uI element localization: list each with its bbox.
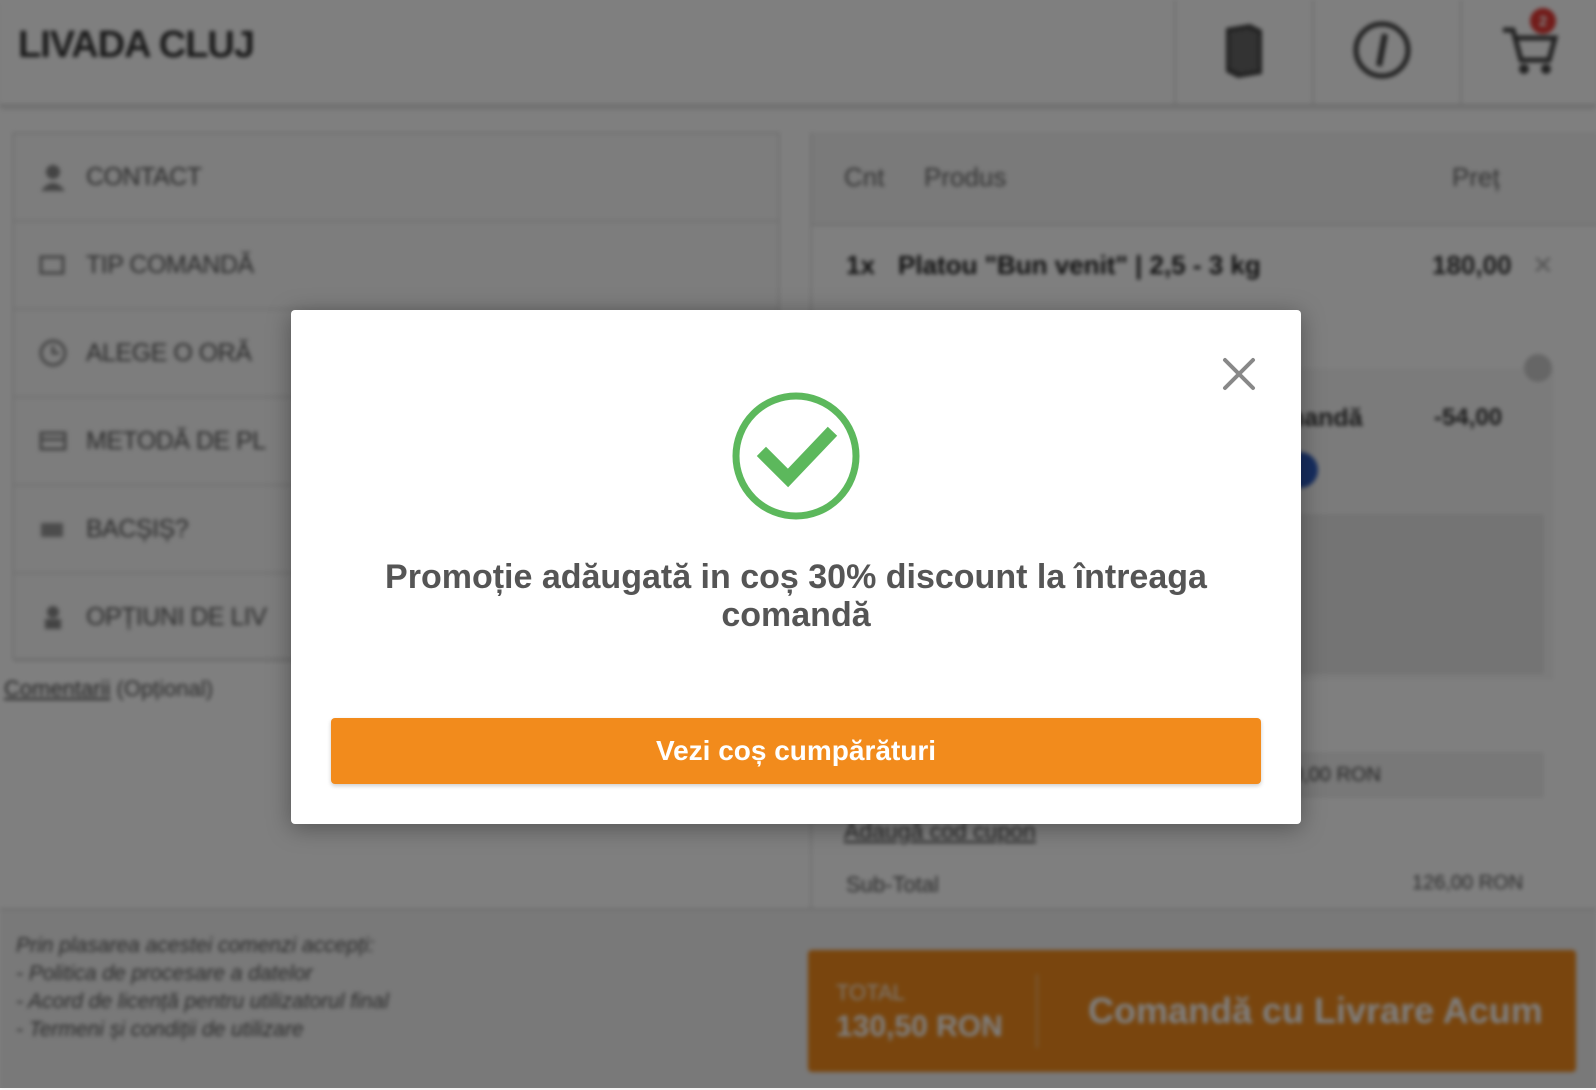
view-cart-button[interactable]: Vezi coș cumpărături [331, 718, 1261, 784]
modal-message: Promoție adăugată in coș 30% discount la… [385, 558, 1207, 634]
close-icon[interactable] [1219, 354, 1259, 394]
promo-added-modal: Promoție adăugată in coș 30% discount la… [291, 310, 1301, 824]
success-check-icon [730, 390, 862, 522]
